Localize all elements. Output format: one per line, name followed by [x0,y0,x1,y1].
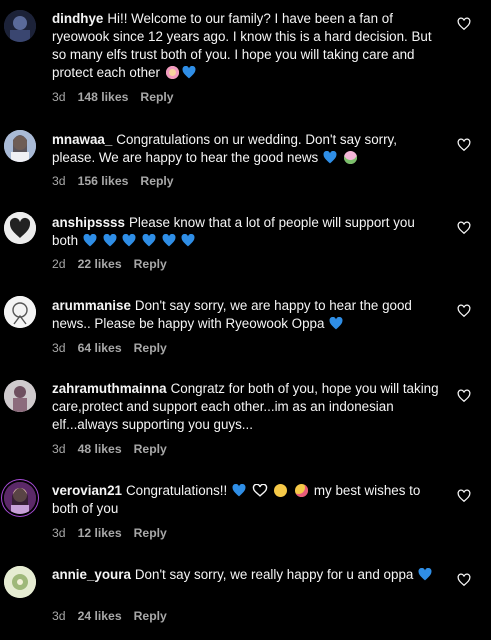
blue-heart-emoji [162,234,176,247]
flower-emoji [165,66,179,79]
blue-heart-emoji [232,484,246,497]
likes-count[interactable]: 12 likes [78,525,122,541]
reply-button[interactable]: Reply [134,525,167,541]
like-heart-icon[interactable] [457,17,471,31]
comment-meta: 3d 156 likes Reply [52,173,174,189]
avatar-image [4,566,36,598]
bouquet-emoji [343,151,357,164]
username[interactable]: dindhye [52,11,103,26]
blue-heart-emoji [122,234,136,247]
reply-button[interactable]: Reply [134,256,167,272]
username[interactable]: mnawaa_ [52,132,112,147]
blue-heart-emoji [182,234,195,247]
avatar-image [4,130,36,162]
avatar[interactable] [4,212,36,244]
blue-heart-emoji [142,234,156,247]
comment-age: 3d [52,526,66,540]
comment-body: mnawaa_ Congratulations on ur wedding. Do… [52,131,442,167]
comment-text: Congratulations!! [125,483,228,498]
like-heart-icon[interactable] [457,221,471,235]
comment-body: zahramuthmainna Congratz for both of you,… [52,380,442,434]
comment-body: arummanise Don't say sorry, we are happy … [52,297,442,333]
comment-meta: 3d 64 likes Reply [52,340,167,356]
avatar[interactable] [4,10,36,42]
comment-age: 2d [52,257,66,271]
avatar-image [4,10,36,42]
kiss-emoji [295,484,309,497]
reply-button[interactable]: Reply [134,608,167,624]
blue-heart-emoji [418,568,432,581]
likes-count[interactable]: 24 likes [78,608,122,624]
comment-text: Hi!! Welcome to our family? I have been … [52,11,432,80]
username[interactable]: zahramuthmainna [52,381,167,396]
comment-age: 3d [52,609,66,623]
likes-count[interactable]: 22 likes [78,256,122,272]
username[interactable]: arummanise [52,298,131,313]
comment-body: annie_youra Don't say sorry, we really ha… [52,566,442,584]
clap-emoji [274,484,288,497]
blue-heart-emoji [329,317,343,330]
comment-body: dindhye Hi!! Welcome to our family? I hav… [52,10,442,82]
username[interactable]: annie_youra [52,567,131,582]
comment-list: dindhye Hi!! Welcome to our family? I hav… [0,0,491,640]
like-heart-icon[interactable] [457,489,471,503]
avatar[interactable] [4,482,36,514]
comment-age: 3d [52,174,66,188]
comment-meta: 3d 12 likes Reply [52,525,167,541]
reply-button[interactable]: Reply [140,173,173,189]
comment-meta: 3d 148 likes Reply [52,89,174,105]
like-heart-icon[interactable] [457,389,471,403]
avatar-image [4,380,36,412]
comment-age: 3d [52,90,66,104]
avatar-image [4,482,36,514]
reply-button[interactable]: Reply [134,340,167,356]
comment-body: verovian21 Congratulations!! my best wish… [52,482,442,518]
avatar-image [4,296,36,328]
blue-heart-emoji [83,234,97,247]
blue-heart-emoji [103,234,116,247]
likes-count[interactable]: 64 likes [78,340,122,356]
comment-age: 3d [52,341,66,355]
reply-button[interactable]: Reply [140,89,173,105]
username[interactable]: anshipssss [52,215,125,230]
comment-age: 3d [52,442,66,456]
heart-hands-emoji [252,484,267,497]
like-heart-icon[interactable] [457,304,471,318]
comment-meta: 3d 24 likes Reply [52,608,167,624]
like-heart-icon[interactable] [457,573,471,587]
likes-count[interactable]: 156 likes [78,173,129,189]
blue-heart-emoji [323,151,337,164]
avatar[interactable] [4,130,36,162]
likes-count[interactable]: 148 likes [78,89,129,105]
comment-meta: 2d 22 likes Reply [52,256,167,272]
username[interactable]: verovian21 [52,483,122,498]
reply-button[interactable]: Reply [134,441,167,457]
avatar[interactable] [4,296,36,328]
likes-count[interactable]: 48 likes [78,441,122,457]
like-heart-icon[interactable] [457,138,471,152]
blue-heart-emoji [182,66,196,79]
comment-body: anshipssss Please know that a lot of peop… [52,214,442,250]
avatar[interactable] [4,380,36,412]
avatar-image [4,212,36,244]
avatar[interactable] [4,566,36,598]
comment-text: Don't say sorry, we really happy for u a… [134,567,414,582]
comment-meta: 3d 48 likes Reply [52,441,167,457]
